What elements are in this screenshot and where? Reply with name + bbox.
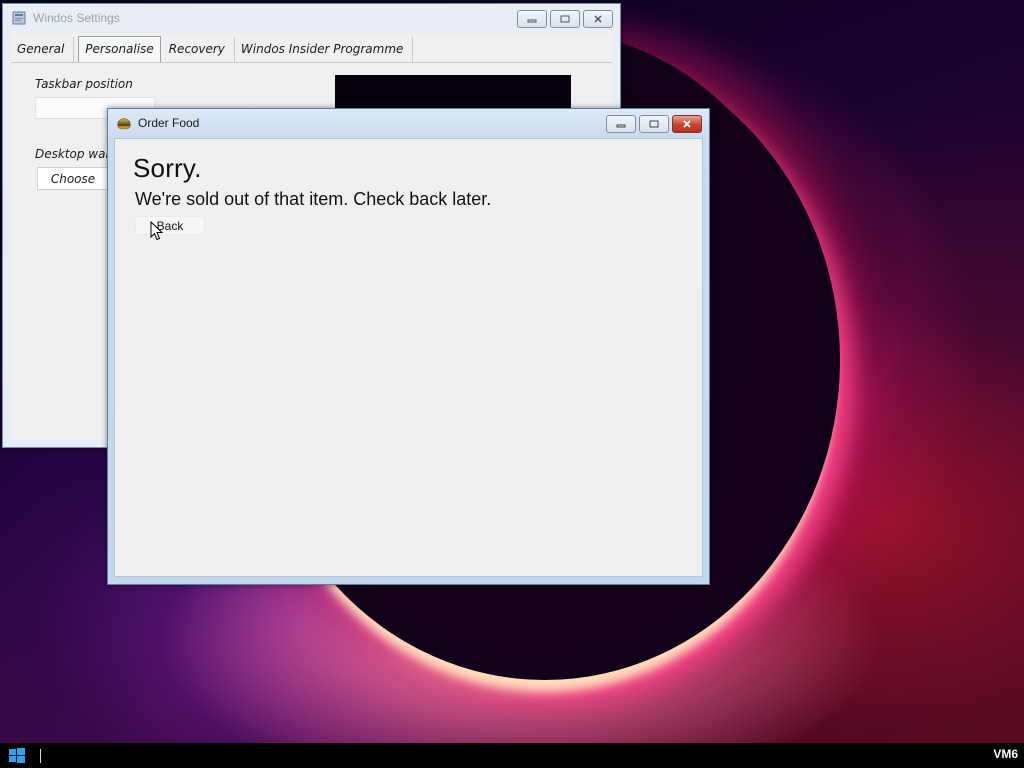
order-food-minimize-button[interactable] bbox=[606, 115, 636, 133]
tab-personalise[interactable]: Personalise bbox=[78, 36, 161, 62]
order-food-caption-buttons bbox=[606, 115, 702, 133]
settings-maximize-button[interactable] bbox=[550, 10, 580, 28]
choose-wallpaper-button[interactable]: Choose bbox=[37, 167, 109, 190]
taskbar: VM6 bbox=[0, 743, 1024, 768]
order-food-titlebar[interactable]: Order Food bbox=[108, 109, 709, 137]
close-icon bbox=[683, 120, 691, 128]
start-button[interactable] bbox=[0, 743, 34, 768]
sold-out-message: We're sold out of that item. Check back … bbox=[135, 189, 492, 209]
tab-windos-insider-programme[interactable]: Windos Insider Programme bbox=[235, 37, 414, 62]
burger-icon bbox=[116, 115, 132, 131]
settings-tab-strip: General Personalise Recovery Windos Insi… bbox=[11, 34, 612, 63]
close-icon bbox=[594, 15, 602, 23]
back-button[interactable]: Back bbox=[135, 216, 205, 235]
maximize-icon bbox=[649, 120, 659, 128]
tab-general[interactable]: General bbox=[11, 37, 75, 62]
page-title: Sorry. bbox=[133, 153, 202, 183]
settings-window-title: Windos Settings bbox=[33, 11, 120, 25]
tab-recovery[interactable]: Recovery bbox=[163, 37, 235, 62]
order-food-client-area: Sorry. We're sold out of that item. Chec… bbox=[114, 138, 703, 577]
taskbar-separator bbox=[40, 749, 41, 763]
mouse-cursor-icon bbox=[150, 221, 164, 241]
order-food-maximize-button[interactable] bbox=[639, 115, 669, 133]
maximize-icon bbox=[560, 15, 570, 23]
settings-close-button[interactable] bbox=[583, 10, 613, 28]
settings-titlebar[interactable]: Windos Settings bbox=[3, 4, 620, 32]
settings-app-icon bbox=[11, 10, 27, 26]
order-food-window-title: Order Food bbox=[138, 116, 200, 130]
settings-caption-buttons bbox=[517, 10, 613, 28]
machine-name-label: VM6 bbox=[993, 747, 1018, 761]
settings-minimize-button[interactable] bbox=[517, 10, 547, 28]
order-food-window: Order Food Sorry. We're sold out of that… bbox=[107, 108, 710, 585]
order-food-close-button[interactable] bbox=[672, 115, 702, 133]
windows-logo-icon bbox=[9, 747, 25, 763]
taskbar-position-label: Taskbar position bbox=[35, 77, 133, 91]
minimize-icon bbox=[527, 19, 537, 23]
minimize-icon bbox=[616, 124, 626, 128]
